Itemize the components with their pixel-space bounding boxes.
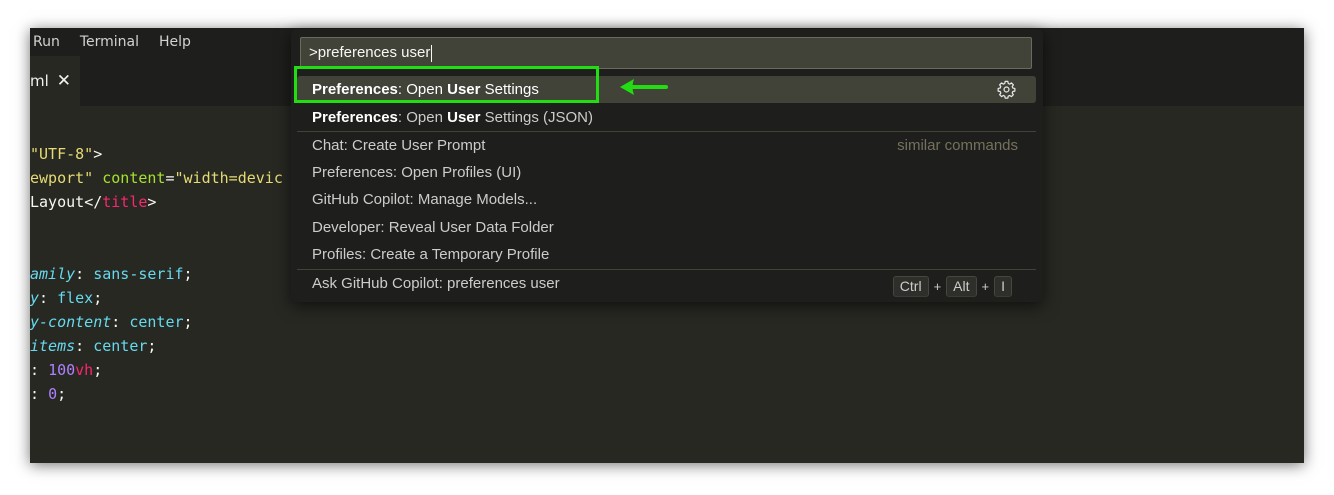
- shortcut-key: Ctrl: [892, 276, 929, 297]
- similar-commands-label: similar commands: [897, 137, 1018, 154]
- code-token: y-content: [30, 313, 112, 331]
- code-token: :: [111, 313, 130, 331]
- code-token: =: [165, 169, 175, 187]
- command-palette-item[interactable]: Preferences: Open Profiles (UI): [297, 159, 1036, 186]
- code-token: sans-serif: [93, 265, 184, 283]
- code-token: items: [30, 337, 76, 355]
- shortcut-key: Alt: [946, 276, 977, 297]
- code-token: title: [102, 193, 148, 211]
- code-token: :: [30, 361, 49, 379]
- command-palette-item[interactable]: Chat: Create User Prompt similar commands: [297, 132, 1036, 159]
- command-palette-item[interactable]: Developer: Reveal User Data Folder: [297, 214, 1036, 241]
- keyboard-shortcut: Ctrl + Alt + I: [892, 273, 1012, 300]
- command-palette-item[interactable]: Profiles: Create a Temporary Profile: [297, 241, 1036, 268]
- code-token: 0: [48, 385, 58, 403]
- code-token: :: [75, 265, 94, 283]
- code-token: ewport": [30, 169, 94, 187]
- code-token: Layout: [30, 193, 85, 211]
- palette-separator: [297, 269, 1036, 270]
- code-token: flex: [57, 289, 94, 307]
- close-icon[interactable]: ✕: [57, 71, 71, 91]
- command-label-segment: Preferences: Open Profiles (UI): [312, 164, 522, 181]
- code-token: </: [84, 193, 103, 211]
- tab-label: ml: [30, 72, 49, 90]
- code-line: amily: sans-serif;: [30, 262, 193, 286]
- code-line: "UTF-8">: [30, 142, 102, 166]
- command-label-segment: GitHub Copilot: Manage Models...: [312, 191, 538, 208]
- command-label-segment: : Open: [397, 109, 448, 126]
- command-label-segment: Developer: Reveal User Data Folder: [312, 219, 554, 236]
- command-palette-item[interactable]: Ask GitHub Copilot: preferences user Ctrl…: [297, 270, 1036, 297]
- menu-terminal[interactable]: Terminal: [70, 28, 149, 56]
- code-token: 100: [48, 361, 76, 379]
- highlight-box-annotation: [294, 66, 599, 103]
- command-label-segment: Ask GitHub Copilot: preferences user: [312, 275, 560, 292]
- code-token: content: [102, 169, 166, 187]
- code-token: ;: [147, 337, 157, 355]
- code-token: :: [30, 385, 49, 403]
- palette-separator: [297, 131, 1036, 132]
- shortcut-plus: +: [981, 279, 990, 294]
- code-token: >: [93, 145, 103, 163]
- code-line: : 100vh;: [30, 358, 102, 382]
- command-palette-input[interactable]: >preferences user: [300, 37, 1032, 69]
- code-token: ;: [183, 313, 193, 331]
- text-caret: [431, 44, 433, 62]
- shortcut-plus: +: [933, 279, 942, 294]
- code-token: :: [75, 337, 94, 355]
- code-token: vh: [75, 361, 94, 379]
- menu-run[interactable]: Run: [30, 28, 70, 56]
- code-token: :: [39, 289, 58, 307]
- code-token: "width=devic: [174, 169, 283, 187]
- code-token: center: [93, 337, 148, 355]
- code-line: ewport" content="width=devic: [30, 166, 283, 190]
- command-palette-item[interactable]: GitHub Copilot: Manage Models...: [297, 186, 1036, 213]
- code-token: ;: [183, 265, 193, 283]
- command-label-segment: Profiles: Create a Temporary Profile: [312, 246, 550, 263]
- code-token: center: [129, 313, 184, 331]
- menu-help[interactable]: Help: [149, 28, 201, 56]
- code-token: ;: [57, 385, 67, 403]
- code-line: Layout</title>: [30, 190, 156, 214]
- left-arrow-icon: [620, 79, 668, 95]
- command-palette-item[interactable]: Preferences: Open User Settings (JSON): [297, 104, 1036, 131]
- code-token: ;: [93, 289, 103, 307]
- code-token: >: [147, 193, 157, 211]
- code-line: : 0;: [30, 382, 66, 406]
- code-token: amily: [30, 265, 76, 283]
- code-line: items: center;: [30, 334, 156, 358]
- code-line: y: flex;: [30, 286, 102, 310]
- code-token: ;: [93, 361, 103, 379]
- command-label-segment: Chat: Create User Prompt: [312, 137, 486, 154]
- command-label-segment: Settings (JSON): [480, 109, 593, 126]
- code-token: y: [30, 289, 40, 307]
- command-label-segment: User: [447, 109, 481, 126]
- gear-icon[interactable]: [997, 80, 1016, 99]
- code-token: "UTF-8": [30, 145, 94, 163]
- editor-tab[interactable]: ml ✕: [30, 56, 80, 106]
- code-line: y-content: center;: [30, 310, 193, 334]
- command-label-segment: Preferences: [312, 109, 398, 126]
- shortcut-key: I: [994, 276, 1012, 297]
- command-input-value: >preferences user: [309, 44, 431, 61]
